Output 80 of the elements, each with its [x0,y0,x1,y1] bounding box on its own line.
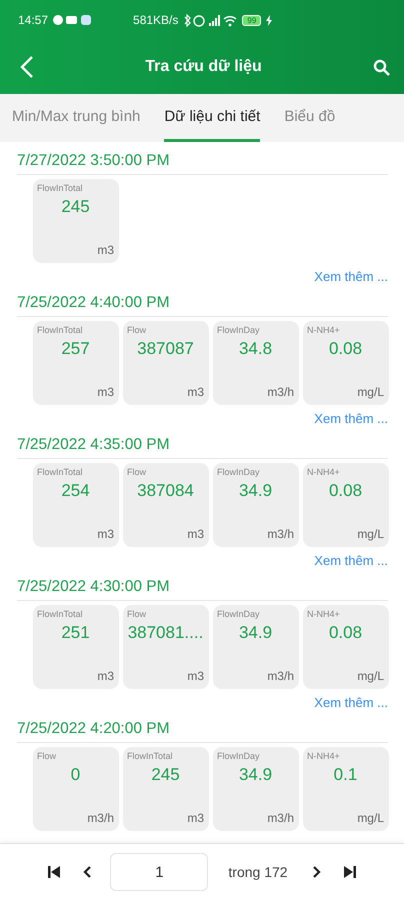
status-icons [183,14,238,26]
see-more-link[interactable]: Xem thêm ... [314,411,388,426]
metric-label: Flow [37,751,56,761]
metric-label: FlowInTotal [37,609,83,619]
metric-value: 0 [70,765,80,785]
metric-label: FlowInTotal [37,325,83,335]
metric-unit: m3 [97,385,114,399]
see-more-link[interactable]: Xem thêm ... [314,269,388,284]
page-input-field[interactable]: 1 [110,853,208,891]
tab[interactable]: Min/Max trung bình [12,94,140,142]
metric-label: N-NH4+ [307,751,340,761]
metric-value: 387084 [137,481,194,501]
metric-unit: m3 [97,243,114,257]
metric-label: FlowInDay [217,609,260,619]
metric-value: 0.08 [328,339,362,359]
metric-unit: m3/h [267,669,294,683]
metric-unit: mg/L [357,811,384,825]
metric-unit: m3/h [87,811,114,825]
metric-unit: m3 [97,669,114,683]
metric-unit: mg/L [357,527,384,541]
metric-label: Flow [127,467,146,477]
battery-level: 99 [242,14,262,26]
metric-label: FlowInTotal [37,467,83,477]
metric-value: 34.8 [238,339,272,359]
metric-value: 387081.... [128,623,204,643]
metric-value: 257 [61,339,90,359]
metric-value: 0.1 [334,765,358,785]
metric-value: 34.9 [238,765,272,785]
metric-label: FlowInTotal [127,751,173,761]
metric-unit: mg/L [357,385,384,399]
metric-unit: m3 [187,669,204,683]
back-button[interactable] [20,55,34,79]
metric-unit: m3 [97,527,114,541]
metric-value: 245 [61,197,90,217]
record-timestamp: 7/25/2022 4:35:00 PM [17,436,388,459]
charging-icon [266,14,272,26]
network-speed: 581KB/s [133,13,178,27]
chevron-left-icon [83,865,92,879]
record-timestamp: 7/27/2022 3:50:00 PM [17,152,388,175]
metric-label: FlowInDay [217,325,260,335]
tab[interactable]: Dữ liệu chi tiết [164,94,260,142]
search-button[interactable] [373,58,390,76]
metric-label: N-NH4+ [307,325,340,335]
metric-label: FlowInTotal [37,183,83,193]
record-timestamp: 7/25/2022 4:30:00 PM [17,578,388,601]
metric-unit: m3/h [267,811,294,825]
status-time: 14:57 [18,13,48,27]
metric-value: 254 [61,481,90,501]
metric-value: 387087 [137,339,194,359]
metric-value: 34.9 [238,623,272,643]
metric-label: FlowInDay [217,751,260,761]
metric-label: N-NH4+ [307,467,340,477]
metric-unit: m3 [187,527,204,541]
search-icon [373,58,390,76]
metric-unit: m3/h [267,527,294,541]
metric-unit: m3 [187,811,204,825]
metric-value: 0.08 [328,623,362,643]
chevron-right-icon [312,865,321,879]
see-more-link[interactable]: Xem thêm ... [314,553,388,568]
metric-label: N-NH4+ [307,609,340,619]
page-total: trong 172 [228,864,288,880]
first-page-icon [47,865,62,879]
metric-value: 0.08 [328,481,362,501]
metric-unit: mg/L [357,669,384,683]
metric-label: FlowInDay [217,467,260,477]
see-more-link[interactable]: Xem thêm ... [314,695,388,710]
notification-icons [53,14,94,26]
metric-unit: m3/h [267,385,294,399]
screen-title: Tra cứu dữ liệu [144,58,263,76]
metric-value: 251 [61,623,90,643]
metric-label: Flow [127,609,146,619]
metric-value: 245 [151,765,180,785]
record-timestamp: 7/25/2022 4:40:00 PM [17,294,388,317]
metric-unit: m3 [187,385,204,399]
tab[interactable]: Biểu đồ [284,94,336,142]
last-page-icon [342,865,357,879]
metric-value: 34.9 [238,481,272,501]
back-icon [20,55,34,79]
metric-label: Flow [127,325,146,335]
record-timestamp: 7/25/2022 4:20:00 PM [17,720,388,743]
